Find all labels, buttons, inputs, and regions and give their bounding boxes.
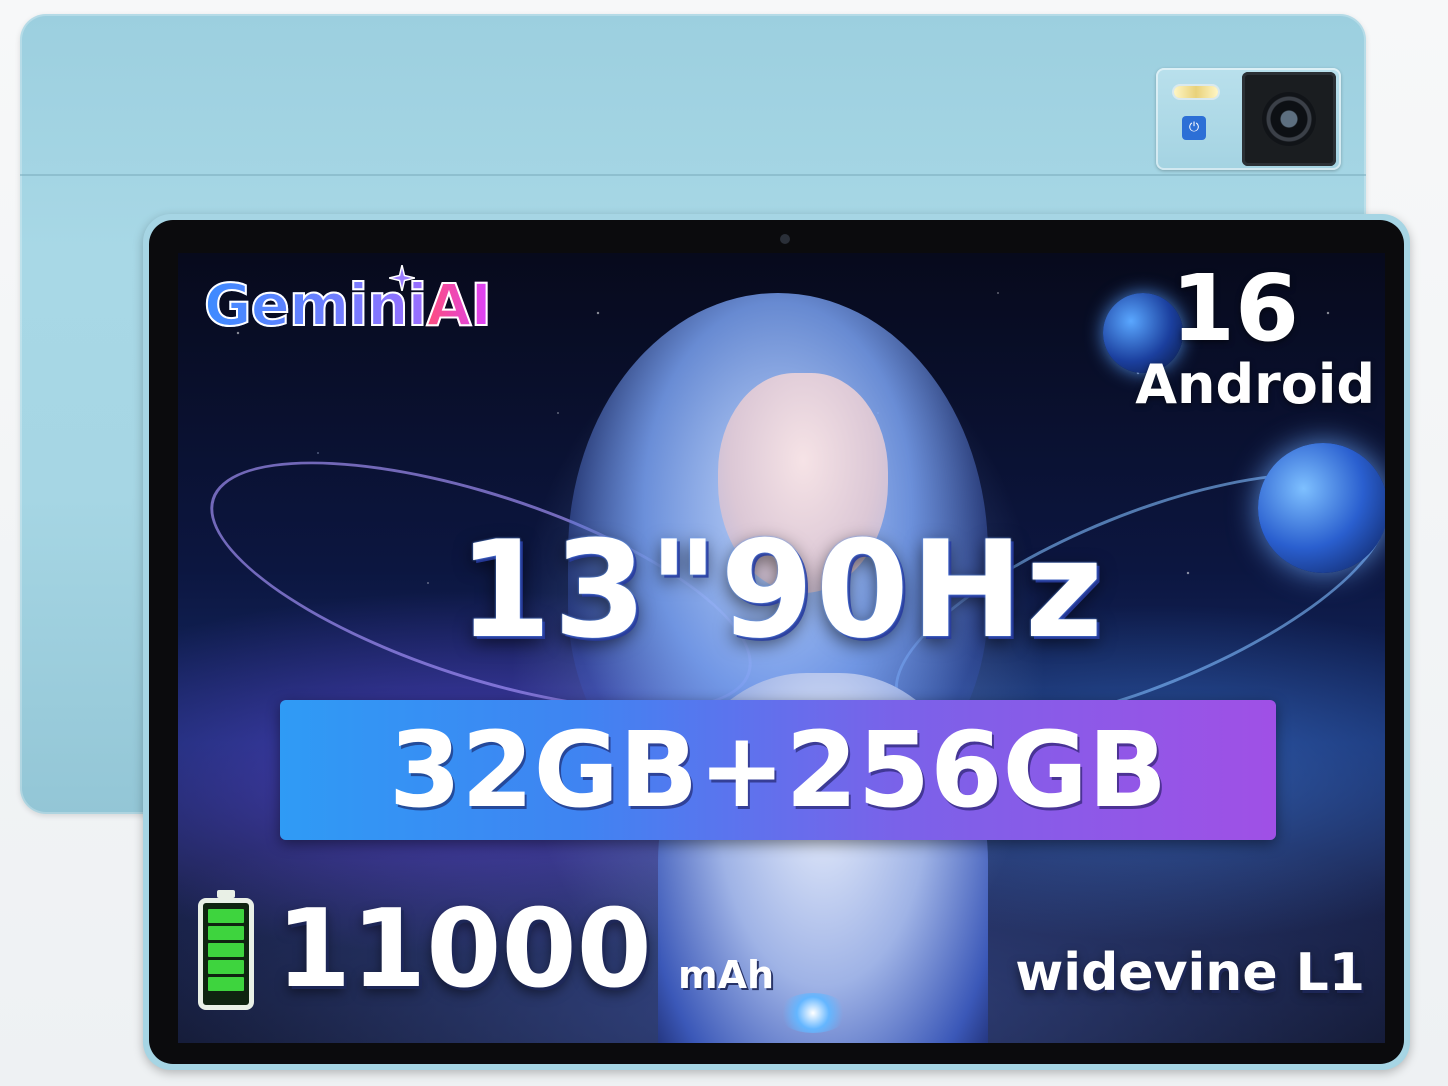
battery-cell [208,960,244,974]
product-image: ⏻ GeminiAI 16 Android 13"90Hz 32GB+256GB… [0,0,1448,1086]
battery-unit: mAh [678,953,775,997]
camera-lens-icon [1262,92,1316,146]
battery-capacity: 11000 [276,887,652,1012]
tablet-front: GeminiAI 16 Android 13"90Hz 32GB+256GB 1… [143,214,1410,1070]
battery-cell [208,909,244,923]
display-headline: 13"90Hz [458,512,1105,668]
memory-banner: 32GB+256GB [280,700,1276,840]
front-camera-icon [780,234,790,244]
battery-cell [208,943,244,957]
android-version-number: 16 [1170,255,1299,362]
android-label: Android [1135,353,1375,416]
drm-badge: widevine L1 [1015,943,1365,1003]
battery-cell [208,977,244,991]
ai-word: AI [425,270,492,340]
back-seam [20,174,1366,176]
tablet-screen: GeminiAI 16 Android 13"90Hz 32GB+256GB 1… [178,253,1385,1043]
chest-glow [778,993,848,1033]
sparkle-icon [389,265,415,291]
battery-full-icon [198,890,254,1010]
rear-camera-module: ⏻ [1156,68,1341,170]
gemini-ai-logo: GeminiAI [203,265,493,351]
memory-spec: 32GB+256GB [388,709,1168,831]
screen-bezel: GeminiAI 16 Android 13"90Hz 32GB+256GB 1… [149,220,1404,1064]
power-sensor-icon: ⏻ [1182,116,1206,140]
rear-lens-housing [1242,72,1336,166]
battery-cell [208,926,244,940]
flash-icon [1174,86,1218,98]
